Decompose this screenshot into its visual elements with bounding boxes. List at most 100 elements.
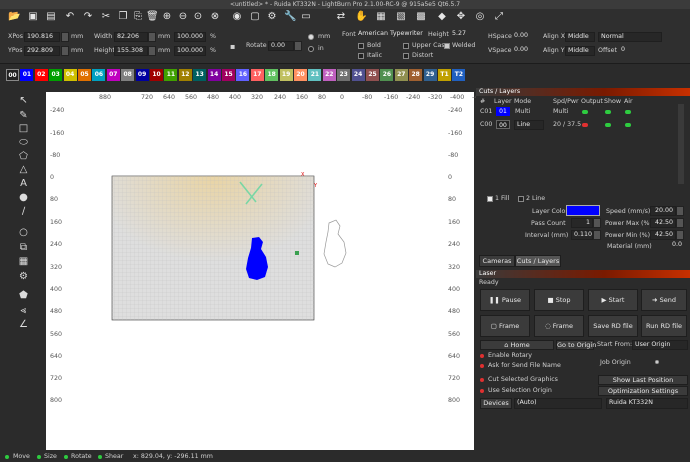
send-button[interactable]: ➜ Send bbox=[641, 289, 687, 311]
palette-swatch-29[interactable]: 29 bbox=[423, 69, 437, 81]
show-toggle[interactable] bbox=[605, 110, 611, 114]
optimization-settings-button[interactable]: Optimization Settings bbox=[598, 386, 688, 396]
line-checkbox[interactable] bbox=[518, 196, 524, 202]
folder-open-icon[interactable]: 📂 bbox=[8, 11, 20, 23]
material-field[interactable]: 0.0 bbox=[650, 241, 684, 251]
palette-swatch-26[interactable]: 26 bbox=[380, 69, 394, 81]
copy-icon[interactable]: ❐ bbox=[117, 11, 129, 23]
pass-count-field[interactable]: 1 bbox=[571, 218, 593, 228]
mm-radio[interactable] bbox=[308, 34, 314, 40]
go-to-origin-button[interactable]: Go to Origin bbox=[556, 340, 596, 350]
height-percent-field[interactable]: 100.000 bbox=[174, 46, 206, 56]
palette-swatch-20[interactable]: 20 bbox=[294, 69, 307, 81]
output-toggle[interactable] bbox=[582, 123, 588, 127]
bold-checkbox[interactable] bbox=[358, 43, 364, 49]
camera-icon[interactable]: ◉ bbox=[231, 11, 243, 23]
circle-icon[interactable]: ○ bbox=[17, 226, 30, 239]
xpos-field[interactable]: 190.816 bbox=[24, 32, 60, 42]
measure-icon[interactable]: ∕ bbox=[17, 205, 30, 218]
hand-icon[interactable]: ✋ bbox=[355, 11, 367, 23]
ellipse-icon[interactable]: ⬭ bbox=[17, 136, 30, 149]
frame-circle-button[interactable]: ◌ Frame bbox=[534, 315, 584, 337]
palette-swatch-09[interactable]: 09 bbox=[135, 69, 149, 81]
show-toggle[interactable] bbox=[605, 123, 611, 127]
font-select[interactable]: American Typewriter bbox=[356, 30, 426, 40]
output-toggle[interactable] bbox=[582, 110, 588, 114]
interval-spinner[interactable] bbox=[593, 230, 601, 240]
cut-selected-label[interactable]: Cut Selected Graphics bbox=[488, 376, 558, 383]
rectangle-icon[interactable]: □ bbox=[17, 122, 30, 135]
array-icon[interactable]: ⧉ bbox=[17, 241, 30, 254]
air-toggle[interactable] bbox=[625, 110, 631, 114]
palette-swatch-21[interactable]: 21 bbox=[308, 69, 322, 81]
vspace-field[interactable]: 0.00 bbox=[512, 46, 536, 56]
select-icon-tb[interactable]: ◎ bbox=[474, 11, 486, 23]
palette-swatch-04[interactable]: 04 bbox=[63, 69, 77, 81]
devices-button[interactable]: Devices bbox=[480, 398, 512, 409]
angle-icon[interactable]: ∠ bbox=[17, 318, 30, 331]
ypos-field[interactable]: 292.809 bbox=[24, 46, 60, 56]
resize-icon[interactable]: ⤢ bbox=[493, 11, 505, 23]
lock-ratio-icon[interactable]: ▪ bbox=[230, 42, 235, 51]
fill-icon[interactable]: ▩ bbox=[415, 11, 427, 23]
palette-swatch-19[interactable]: 19 bbox=[279, 69, 293, 81]
interval-field[interactable]: 0.110 bbox=[571, 230, 593, 240]
port-select[interactable]: (Auto) bbox=[514, 398, 602, 409]
zoom-page-icon[interactable]: ⊗ bbox=[209, 11, 221, 23]
settings-icon[interactable]: ⚙ bbox=[266, 11, 278, 23]
palette-swatch-07[interactable]: 07 bbox=[106, 69, 120, 81]
pause-button[interactable]: ❚❚ Pause bbox=[480, 289, 530, 311]
frame-icon[interactable]: ▢ bbox=[249, 11, 261, 23]
monitor-icon[interactable]: ▭ bbox=[300, 11, 312, 23]
flip-icon[interactable]: ⇄ bbox=[335, 11, 347, 23]
palette-swatch-14[interactable]: 14 bbox=[207, 69, 221, 81]
upper-case-checkbox[interactable] bbox=[403, 43, 409, 49]
palette-swatch-15[interactable]: 15 bbox=[222, 69, 235, 81]
power-min-field[interactable]: 42.50 bbox=[650, 230, 676, 240]
text-mode-select[interactable]: Normal bbox=[598, 32, 662, 42]
start-button[interactable]: ▶ Start bbox=[588, 289, 638, 311]
palette-swatch-01[interactable]: 01 bbox=[20, 69, 34, 81]
palette-swatch-11[interactable]: 11 bbox=[164, 69, 178, 81]
cut-icon[interactable]: ✂ bbox=[100, 11, 112, 23]
device-select[interactable]: Ruida KT332N bbox=[606, 398, 688, 409]
xpos-spinner[interactable] bbox=[61, 32, 69, 42]
stop-button[interactable]: ■ Stop bbox=[534, 289, 584, 311]
power-max-field[interactable]: 42.50 bbox=[650, 218, 676, 228]
palette-swatch-24[interactable]: 24 bbox=[351, 69, 365, 81]
draw-line-icon[interactable]: ✎ bbox=[17, 109, 30, 122]
palette-swatch-25[interactable]: 25 bbox=[366, 69, 379, 81]
distort-checkbox[interactable] bbox=[403, 53, 409, 59]
palette-swatch-00[interactable]: 00 bbox=[6, 69, 19, 81]
position-icon[interactable]: ● bbox=[17, 191, 30, 204]
settings-gear-icon[interactable]: ⚙ bbox=[17, 270, 30, 283]
run-rd-button[interactable]: Run RD file bbox=[641, 315, 687, 337]
redo-icon[interactable]: ↷ bbox=[82, 11, 94, 23]
palette-swatch-17[interactable]: 17 bbox=[250, 69, 264, 81]
italic-checkbox[interactable] bbox=[358, 53, 364, 59]
hspace-field[interactable]: 0.00 bbox=[512, 32, 536, 42]
start-from-select[interactable]: User Origin bbox=[632, 340, 688, 350]
palette-swatch-t2[interactable]: T2 bbox=[452, 69, 466, 81]
height-field[interactable]: 155.308 bbox=[114, 46, 148, 56]
flip-h-icon[interactable]: ◆ bbox=[436, 11, 448, 23]
cut-row-layer[interactable]: 01 bbox=[496, 107, 510, 116]
cut-row-mode[interactable]: Multi bbox=[515, 108, 530, 115]
welded-checkbox[interactable] bbox=[444, 43, 450, 49]
width-field[interactable]: 82.206 bbox=[114, 32, 148, 42]
trace-icon[interactable]: ▧ bbox=[395, 11, 407, 23]
cut-row-mode[interactable]: Line bbox=[514, 120, 544, 130]
pan-icon[interactable]: ✥ bbox=[455, 11, 467, 23]
home-button[interactable]: ⌂ Home bbox=[480, 340, 554, 350]
delete-icon[interactable]: 🗑 bbox=[146, 11, 159, 23]
power-min-spinner[interactable] bbox=[676, 230, 684, 240]
width-spinner[interactable] bbox=[148, 32, 156, 42]
show-last-position-button[interactable]: Show Last Position bbox=[598, 375, 688, 385]
save-as-icon[interactable]: ▤ bbox=[45, 11, 57, 23]
use-selection-label[interactable]: Use Selection Origin bbox=[488, 387, 552, 394]
enable-rotary-label[interactable]: Enable Rotary bbox=[488, 352, 532, 359]
rotate-field[interactable]: 0.00 bbox=[268, 41, 294, 51]
palette-swatch-03[interactable]: 03 bbox=[49, 69, 63, 81]
tabs-icon[interactable]: ⪡ bbox=[17, 304, 30, 317]
tab-cameras[interactable]: Cameras bbox=[479, 255, 515, 267]
